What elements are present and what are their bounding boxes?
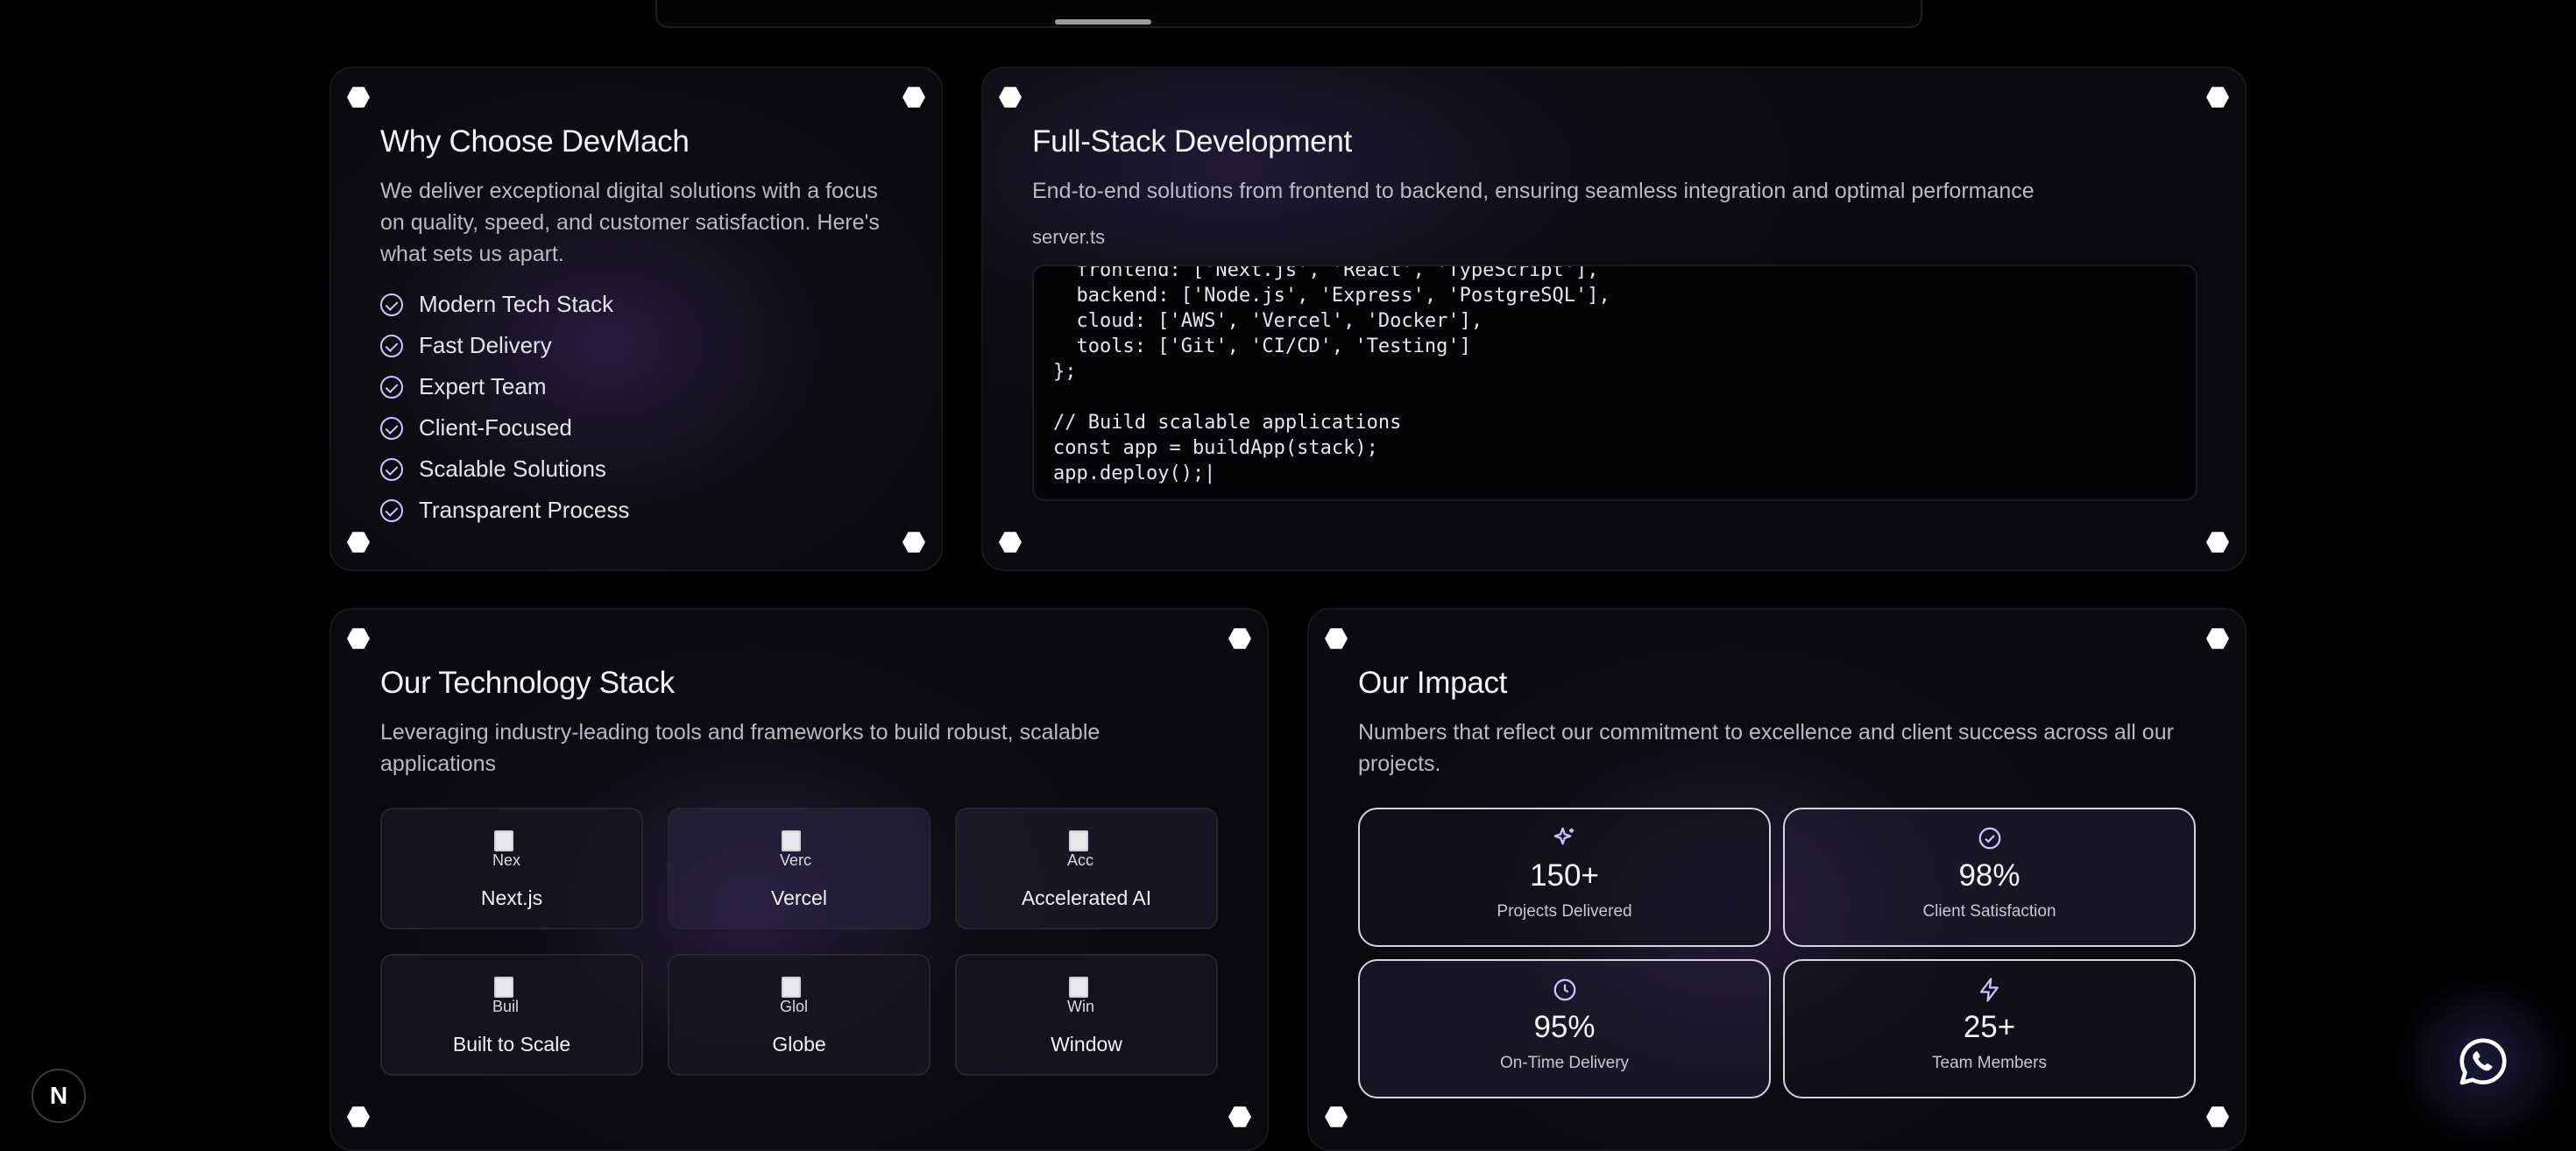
tech-tile[interactable]: Verc Vercel [668, 808, 931, 929]
broken-image-icon: Acc [1067, 829, 1106, 871]
tech-tile[interactable]: Buil Built to Scale [380, 954, 643, 1076]
corner-hex-icon [347, 1106, 370, 1127]
feature-label: Fast Delivery [419, 332, 552, 358]
stat-card: 98% Client Satisfaction [1783, 808, 2196, 947]
corner-hex-icon [1228, 628, 1251, 649]
corner-hex-icon [347, 628, 370, 649]
corner-hex-icon [347, 87, 370, 108]
stat-card: 25+ Team Members [1783, 959, 2196, 1098]
stat-card: 150+ Projects Delivered [1358, 808, 1771, 947]
corner-hex-icon [902, 532, 925, 553]
stat-value: 150+ [1530, 858, 1599, 893]
previous-section-card [655, 0, 1922, 28]
nextjs-dev-badge[interactable]: N [32, 1069, 86, 1123]
broken-image-icon: Win [1067, 975, 1106, 1017]
tech-tile[interactable]: Nex Next.js [380, 808, 643, 929]
stat-value: 25+ [1963, 1010, 2016, 1044]
sparkles-icon [1552, 825, 1578, 851]
impact-title: Our Impact [1358, 666, 1508, 700]
clock-icon [1552, 977, 1578, 1003]
corner-hex-icon [2206, 87, 2229, 108]
list-item: Fast Delivery [380, 325, 629, 366]
broken-image-icon: Nex [492, 829, 531, 871]
whatsapp-icon [2459, 1038, 2507, 1085]
corner-hex-icon [2206, 532, 2229, 553]
stat-label: Client Satisfaction [1922, 902, 2056, 921]
check-circle-icon [1977, 825, 2003, 851]
code-editor[interactable]: frontend: ['Next.js', 'React', 'TypeScri… [1032, 265, 2197, 501]
stat-label: Team Members [1932, 1054, 2047, 1072]
feature-label: Modern Tech Stack [419, 291, 614, 317]
why-choose-title: Why Choose DevMach [380, 124, 690, 159]
corner-hex-icon [2206, 1106, 2229, 1127]
tech-name: Vercel [771, 886, 827, 909]
tech-name: Built to Scale [452, 1033, 571, 1056]
corner-hex-icon [999, 87, 1022, 108]
broken-image-icon: Glol [780, 975, 818, 1017]
stat-value: 98% [1958, 858, 2020, 893]
tech-stack-description: Leveraging industry-leading tools and fr… [380, 720, 1100, 776]
feature-label: Expert Team [419, 373, 547, 399]
tech-stack-title: Our Technology Stack [380, 666, 675, 700]
code-content: frontend: ['Next.js', 'React', 'TypeScri… [1053, 265, 1610, 484]
check-circle-icon [380, 498, 403, 522]
corner-hex-icon [1325, 628, 1348, 649]
scroll-pill [1055, 19, 1151, 25]
list-item: Modern Tech Stack [380, 284, 629, 325]
tech-name: Next.js [480, 886, 543, 909]
tech-tile[interactable]: Win Window [955, 954, 1218, 1076]
check-circle-icon [380, 457, 403, 481]
corner-hex-icon [999, 532, 1022, 553]
check-circle-icon [380, 416, 403, 440]
feature-label: Transparent Process [419, 497, 630, 523]
list-item: Transparent Process [380, 490, 629, 531]
corner-hex-icon [1228, 1106, 1251, 1127]
lightning-icon [1977, 977, 2003, 1003]
tech-name: Globe [772, 1033, 826, 1056]
why-choose-card: Why Choose DevMach We deliver exceptiona… [329, 67, 943, 571]
stat-card: 95% On-Time Delivery [1358, 959, 1771, 1098]
why-choose-description: We deliver exceptional digital solutions… [380, 179, 880, 266]
corner-hex-icon [347, 532, 370, 553]
stat-label: On-Time Delivery [1499, 1054, 1630, 1072]
impact-card: Our Impact Numbers that reflect our comm… [1307, 608, 2247, 1151]
tech-name: Window [1051, 1033, 1122, 1056]
stat-label: Projects Delivered [1497, 902, 1632, 921]
stats-grid: 150+ Projects Delivered 98% Client Satis… [1358, 808, 2196, 1098]
tech-stack-card: Our Technology Stack Leveraging industry… [329, 608, 1269, 1151]
feature-label: Scalable Solutions [419, 455, 606, 482]
list-item: Scalable Solutions [380, 448, 629, 490]
tech-grid: Nex Next.js Verc Vercel Acc Accelerated … [380, 808, 1218, 1076]
list-item: Client-Focused [380, 407, 629, 448]
corner-hex-icon [2206, 628, 2229, 649]
tech-name: Accelerated AI [1021, 886, 1152, 909]
tech-tile[interactable]: Acc Accelerated AI [955, 808, 1218, 929]
feature-list: Modern Tech Stack Fast Delivery Expert T… [380, 284, 629, 531]
check-circle-icon [380, 375, 403, 399]
broken-image-icon: Buil [492, 975, 531, 1017]
whatsapp-button[interactable] [2431, 1009, 2536, 1114]
corner-hex-icon [1325, 1106, 1348, 1127]
fullstack-title: Full-Stack Development [1032, 124, 1352, 159]
fullstack-description: End-to-end solutions from frontend to ba… [1032, 179, 2035, 203]
list-item: Expert Team [380, 366, 629, 407]
check-circle-icon [380, 293, 403, 316]
check-circle-icon [380, 334, 403, 357]
code-file-name: server.ts [1032, 226, 1106, 248]
broken-image-icon: Verc [780, 829, 818, 871]
stat-value: 95% [1533, 1010, 1596, 1044]
fullstack-card: Full-Stack Development End-to-end soluti… [981, 67, 2247, 571]
impact-description: Numbers that reflect our commitment to e… [1358, 720, 2174, 776]
feature-label: Client-Focused [419, 414, 572, 441]
corner-hex-icon [902, 87, 925, 108]
tech-tile[interactable]: Glol Globe [668, 954, 931, 1076]
